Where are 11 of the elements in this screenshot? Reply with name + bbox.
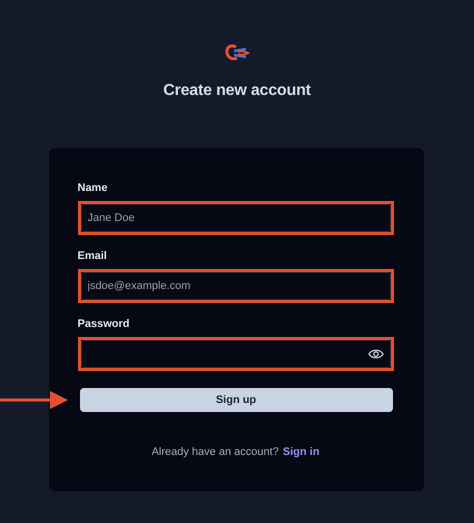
- field-label: Email: [78, 250, 108, 262]
- input-field[interactable]: Jane Doe: [80, 204, 390, 232]
- input-field[interactable]: jsdoe@example.com: [80, 272, 390, 300]
- signin-link[interactable]: Sign in: [282, 446, 320, 458]
- logo-icon: [224, 44, 250, 62]
- signup-button[interactable]: Sign up: [80, 388, 392, 412]
- field-label: Password: [78, 318, 130, 330]
- eye-icon[interactable]: [368, 348, 384, 360]
- page-title: Create new account: [163, 82, 311, 100]
- footer-text: Already have an account?: [152, 446, 279, 458]
- field-label: Name: [78, 182, 108, 194]
